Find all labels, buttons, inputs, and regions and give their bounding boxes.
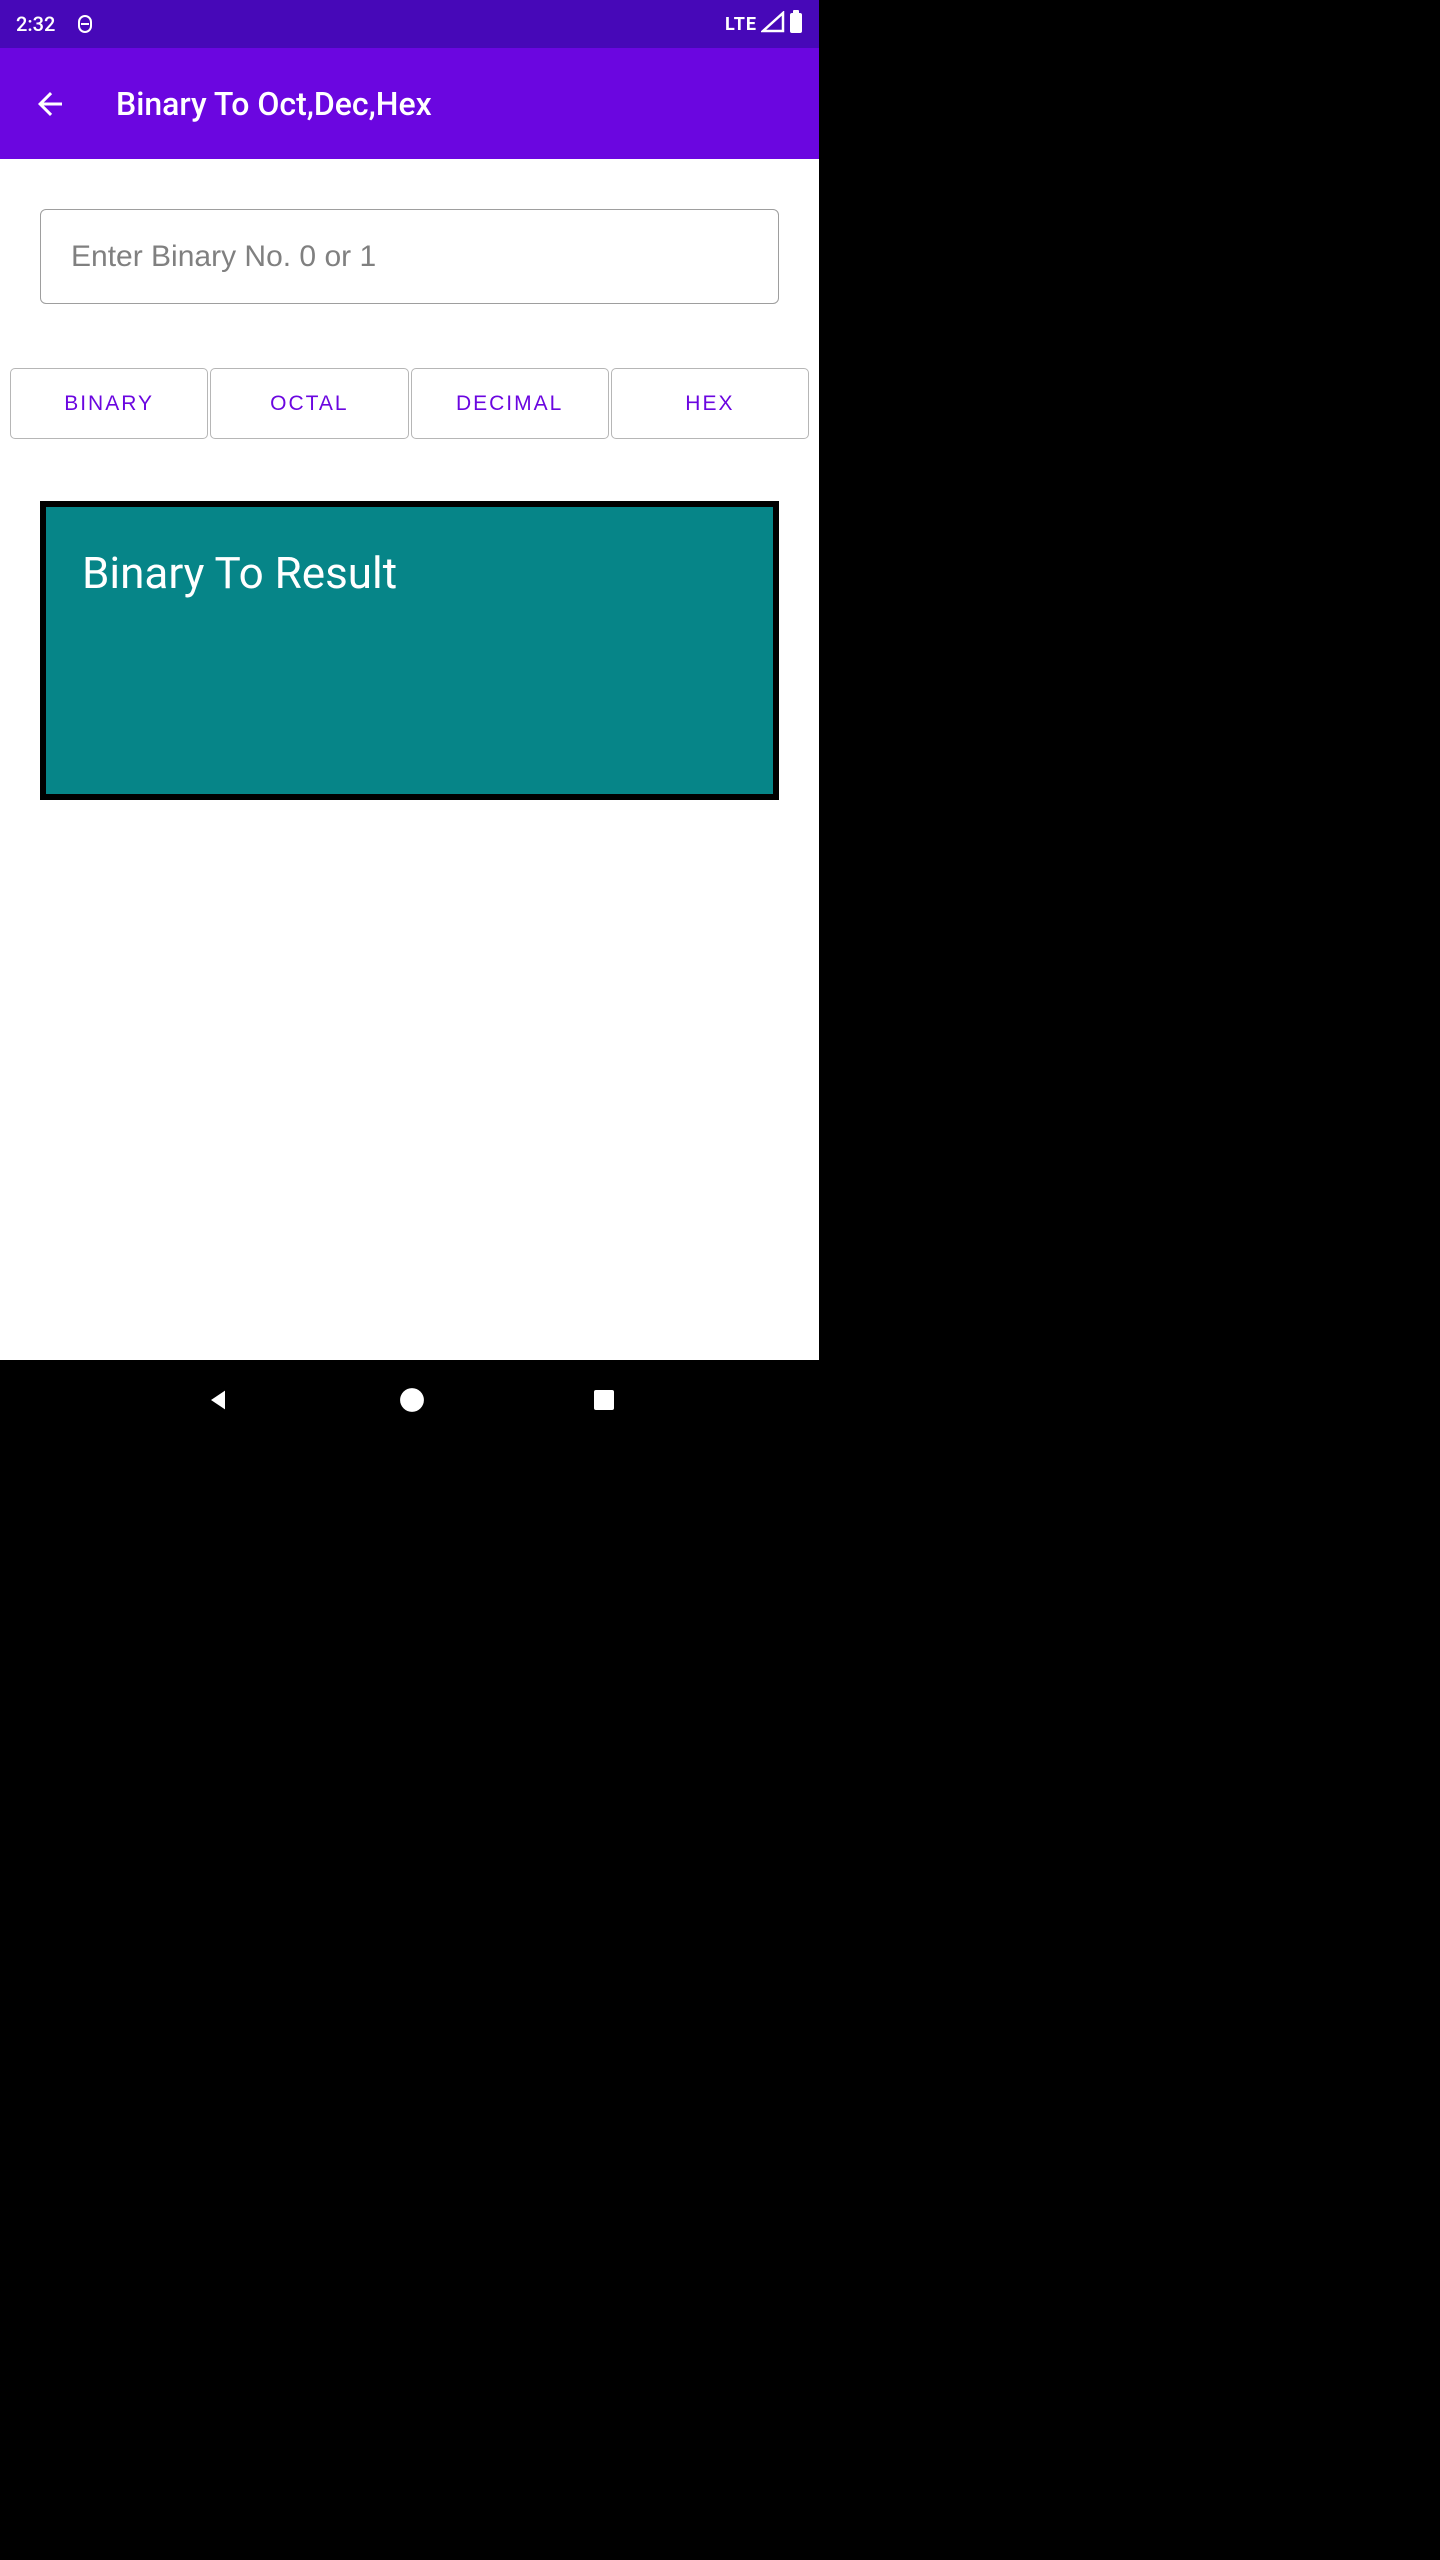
status-bar: 2:32 LTE: [0, 0, 819, 48]
result-title: Binary To Result: [82, 547, 737, 599]
signal-icon: [761, 11, 785, 37]
status-right: LTE: [725, 10, 803, 38]
binary-input[interactable]: [40, 209, 779, 304]
hex-button[interactable]: HEX: [611, 368, 809, 439]
result-box: Binary To Result: [40, 501, 779, 800]
page-title: Binary To Oct,Dec,Hex: [116, 85, 432, 123]
nav-back-icon[interactable]: [204, 1386, 232, 1414]
battery-icon: [789, 10, 803, 38]
status-time: 2:32: [16, 12, 55, 36]
status-left: 2:32: [16, 12, 95, 36]
app-bar: Binary To Oct,Dec,Hex: [0, 48, 819, 159]
octal-button[interactable]: OCTAL: [210, 368, 408, 439]
back-arrow-icon[interactable]: [32, 86, 68, 122]
samsung-icon: [75, 14, 95, 34]
nav-home-icon[interactable]: [399, 1387, 425, 1413]
content-area: BINARY OCTAL DECIMAL HEX Binary To Resul…: [0, 159, 819, 1360]
binary-button[interactable]: BINARY: [10, 368, 208, 439]
lte-label: LTE: [725, 14, 757, 35]
nav-recents-icon[interactable]: [592, 1388, 616, 1412]
decimal-button[interactable]: DECIMAL: [411, 368, 609, 439]
conversion-buttons: BINARY OCTAL DECIMAL HEX: [10, 368, 809, 439]
navigation-bar: [0, 1360, 819, 1440]
